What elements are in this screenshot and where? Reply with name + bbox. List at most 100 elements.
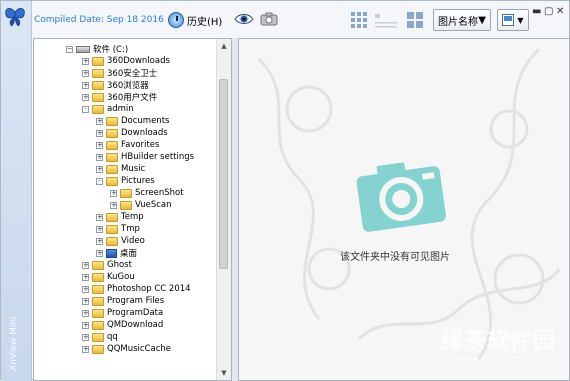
tree-item[interactable]: +360浏览器 bbox=[82, 79, 149, 91]
folder-icon bbox=[106, 236, 118, 246]
tree-item[interactable]: + Music bbox=[96, 163, 145, 175]
tree-item[interactable]: - admin bbox=[82, 103, 134, 115]
expand-icon[interactable]: + bbox=[82, 81, 89, 89]
expand-icon[interactable]: + bbox=[82, 333, 89, 341]
folder-icon bbox=[106, 128, 118, 138]
tree-root-drive[interactable]: − 软件 (C:) bbox=[66, 43, 128, 55]
expand-icon[interactable]: + bbox=[96, 225, 103, 233]
expand-icon[interactable]: + bbox=[82, 345, 89, 353]
grid-view-icon[interactable] bbox=[350, 11, 368, 29]
sort-dropdown[interactable]: 图片名称 ▼ bbox=[433, 9, 491, 31]
minimize-icon[interactable]: ▬ bbox=[532, 6, 541, 17]
collapse-icon[interactable]: − bbox=[66, 45, 73, 53]
strip-view-icon[interactable] bbox=[374, 11, 398, 29]
clock-icon bbox=[168, 12, 184, 28]
tree-item[interactable]: + QMDownload bbox=[82, 319, 163, 331]
scroll-up-icon[interactable]: ▲ bbox=[217, 39, 231, 53]
tree-item[interactable]: + Temp bbox=[96, 211, 144, 223]
folder-icon bbox=[106, 212, 118, 222]
expand-icon[interactable]: + bbox=[82, 309, 89, 317]
folder-icon bbox=[92, 296, 104, 306]
tree-item[interactable]: - Pictures bbox=[96, 175, 155, 187]
tree-item[interactable]: +360安全卫士 bbox=[82, 67, 157, 79]
tree-item-label: Video bbox=[121, 236, 145, 246]
tree-item-label: 360用户文件 bbox=[107, 93, 158, 103]
chevron-down-icon: ▼ bbox=[517, 15, 524, 25]
tree-item[interactable]: + 桌面 bbox=[96, 247, 137, 259]
thumbnail-view-icon bbox=[502, 14, 515, 26]
tree-item[interactable]: + Documents bbox=[96, 115, 169, 127]
expand-icon[interactable]: + bbox=[96, 129, 103, 137]
folder-icon bbox=[92, 56, 104, 66]
history-label: 历史(H) bbox=[187, 16, 223, 28]
compiled-date-label: Compiled Date: Sep 18 2016 bbox=[34, 15, 164, 25]
tree-item-label: Documents bbox=[121, 116, 170, 126]
expand-icon[interactable]: + bbox=[82, 93, 89, 101]
eye-icon[interactable] bbox=[234, 12, 254, 26]
tree-item[interactable]: + ScreenShot bbox=[110, 187, 184, 199]
history-button[interactable]: 历史(H) bbox=[168, 10, 222, 30]
expand-icon[interactable]: + bbox=[82, 69, 89, 77]
expand-icon[interactable]: + bbox=[82, 297, 89, 305]
tree-item-label: 360浏览器 bbox=[107, 81, 149, 91]
folder-icon bbox=[92, 308, 104, 318]
tree-item[interactable]: + Program Files bbox=[82, 295, 164, 307]
tree-item[interactable]: +360用户文件 bbox=[82, 91, 157, 103]
tree-item-label: Favorites bbox=[121, 140, 160, 150]
tree-item[interactable]: + qq bbox=[82, 331, 118, 343]
maximize-icon[interactable]: ▢ bbox=[544, 6, 553, 17]
folder-icon bbox=[92, 104, 104, 114]
view-mode-dropdown[interactable]: ▼ bbox=[497, 9, 529, 31]
expand-icon[interactable]: + bbox=[82, 57, 89, 65]
folder-icon bbox=[106, 176, 118, 186]
tree-scrollbar[interactable]: ▲ ▼ bbox=[216, 39, 231, 380]
expand-icon[interactable]: + bbox=[82, 285, 89, 293]
tree-item-label: Program Files bbox=[107, 296, 165, 306]
sort-label: 图片名称 bbox=[438, 16, 478, 28]
expand-icon[interactable]: + bbox=[96, 213, 103, 221]
tree-item[interactable]: + Favorites bbox=[96, 139, 159, 151]
scroll-down-icon[interactable]: ▼ bbox=[217, 366, 231, 380]
large-grid-view-icon[interactable] bbox=[406, 11, 424, 29]
expand-icon[interactable]: + bbox=[96, 249, 103, 257]
expand-icon[interactable]: + bbox=[96, 237, 103, 245]
tree-item-label: Ghost bbox=[107, 260, 132, 270]
collapse-icon[interactable]: - bbox=[96, 177, 103, 185]
folder-icon bbox=[106, 140, 118, 150]
expand-icon[interactable]: + bbox=[96, 141, 103, 149]
expand-icon[interactable]: + bbox=[96, 165, 103, 173]
tree-item[interactable]: + Downloads bbox=[96, 127, 168, 139]
folder-icon bbox=[92, 80, 104, 90]
tree-item-label: 桌面 bbox=[120, 249, 138, 259]
camera-icon[interactable] bbox=[260, 12, 278, 26]
tree-item[interactable]: + Video bbox=[96, 235, 145, 247]
tree-item[interactable]: +360Downloads bbox=[82, 55, 170, 67]
expand-icon[interactable]: + bbox=[96, 153, 103, 161]
folder-tree-panel[interactable]: − 软件 (C:) +360Downloads +360安全卫士 +360浏览器 +3… bbox=[33, 38, 232, 381]
expand-icon[interactable]: + bbox=[82, 321, 89, 329]
tree-item[interactable]: + Ghost bbox=[82, 259, 132, 271]
tree-item-label: ScreenShot bbox=[135, 188, 184, 198]
tree-item-label: 360安全卫士 bbox=[107, 69, 158, 79]
collapse-icon[interactable]: - bbox=[82, 105, 89, 113]
tree-item[interactable]: + Tmp bbox=[96, 223, 140, 235]
tree-item[interactable]: + QQMusicCache bbox=[82, 343, 171, 355]
expand-icon[interactable]: + bbox=[110, 201, 117, 209]
site-watermark: 绿茶软件园 bbox=[441, 329, 557, 354]
camera-placeholder-icon bbox=[356, 162, 446, 232]
expand-icon[interactable]: + bbox=[82, 261, 89, 269]
close-icon[interactable]: ✕ bbox=[556, 6, 564, 17]
tree-item[interactable]: + ProgramData bbox=[82, 307, 163, 319]
expand-icon[interactable]: + bbox=[82, 273, 89, 281]
tree-item-label: Pictures bbox=[121, 176, 155, 186]
folder-icon bbox=[92, 92, 104, 102]
tree-item[interactable]: + HBuilder settings bbox=[96, 151, 194, 163]
expand-icon[interactable]: + bbox=[96, 117, 103, 125]
scrollbar-thumb[interactable] bbox=[219, 79, 228, 269]
tree-item-label: Photoshop CC 2014 bbox=[107, 284, 191, 294]
expand-icon[interactable]: + bbox=[110, 189, 117, 197]
folder-icon bbox=[92, 284, 104, 294]
tree-item[interactable]: + KuGou bbox=[82, 271, 135, 283]
tree-item[interactable]: + VueScan bbox=[110, 199, 172, 211]
tree-item[interactable]: + Photoshop CC 2014 bbox=[82, 283, 191, 295]
